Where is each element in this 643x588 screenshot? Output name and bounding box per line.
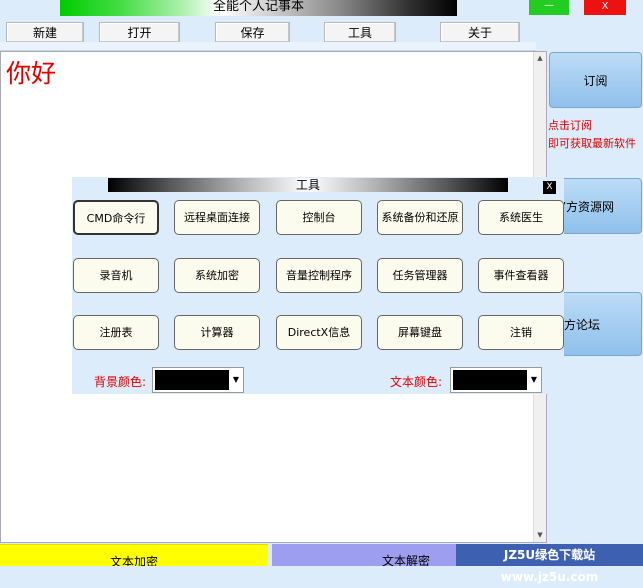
promo-line-2: 即可获取最新软件 [548,137,636,150]
text-color-select[interactable]: ▼ [450,367,542,393]
tool-volume-control-button[interactable]: 音量控制程序 [276,258,362,293]
bg-color-select[interactable]: ▼ [152,367,244,393]
bg-color-swatch [155,370,229,390]
dialog-title: 工具 [295,178,320,192]
tool-recorder-button[interactable]: 录音机 [73,258,159,293]
subscribe-button[interactable]: 订阅 [549,52,642,108]
scroll-up-arrow-icon[interactable]: ▲ [534,52,546,65]
dropdown-arrow-icon[interactable]: ▼ [528,369,540,391]
promo-line-1: 点击订阅 [548,119,592,132]
tool-console-button[interactable]: 控制台 [276,200,362,235]
tools-dialog: 工具 X CMD命令行 远程桌面连接 控制台 系统备份和还原 系统医生 录音机 … [72,177,564,394]
site-watermark: JZ5U绿色下载站www.jz5u.com [456,544,643,584]
toolbar-separator [0,42,536,51]
tool-logoff-button[interactable]: 注销 [478,315,564,350]
tools-button[interactable]: 工具 [324,22,396,43]
tool-directx-info-button[interactable]: DirectX信息 [276,315,362,350]
minimize-button[interactable]: — [529,0,569,15]
tool-task-manager-button[interactable]: 任务管理器 [377,258,463,293]
dialog-title-bar: 工具 [108,178,508,192]
title-gradient: 全能个人记事本 [60,0,457,16]
text-color-label: 文本颜色: [390,375,443,389]
tool-calculator-button[interactable]: 计算器 [174,315,260,350]
tool-system-doctor-button[interactable]: 系统医生 [478,200,564,235]
about-button[interactable]: 关于 [440,22,520,43]
save-button[interactable]: 保存 [215,22,290,43]
tool-event-viewer-button[interactable]: 事件查看器 [478,258,564,293]
tool-cmd-button[interactable]: CMD命令行 [73,200,159,235]
tool-remote-desktop-button[interactable]: 远程桌面连接 [174,200,260,235]
text-color-swatch [453,370,527,390]
new-button[interactable]: 新建 [6,22,84,43]
bg-color-label: 背景颜色: [94,375,147,389]
title-bar: 全能个人记事本 — X [0,0,643,16]
encrypt-text-button[interactable]: 文本加密 [0,544,268,566]
tool-registry-button[interactable]: 注册表 [73,315,159,350]
tool-backup-restore-button[interactable]: 系统备份和还原 [377,200,463,235]
editor-content[interactable]: 你好 [6,54,56,90]
subscribe-promo: 点击订阅 即可获取最新软件 [548,117,636,153]
dialog-close-button[interactable]: X [543,181,556,194]
open-button[interactable]: 打开 [99,22,180,43]
scroll-down-arrow-icon[interactable]: ▼ [534,529,546,542]
tool-system-encrypt-button[interactable]: 系统加密 [174,258,260,293]
app-title: 全能个人记事本 [212,0,304,14]
close-button[interactable]: X [584,0,626,15]
dropdown-arrow-icon[interactable]: ▼ [230,369,242,391]
tool-onscreen-keyboard-button[interactable]: 屏幕键盘 [377,315,463,350]
